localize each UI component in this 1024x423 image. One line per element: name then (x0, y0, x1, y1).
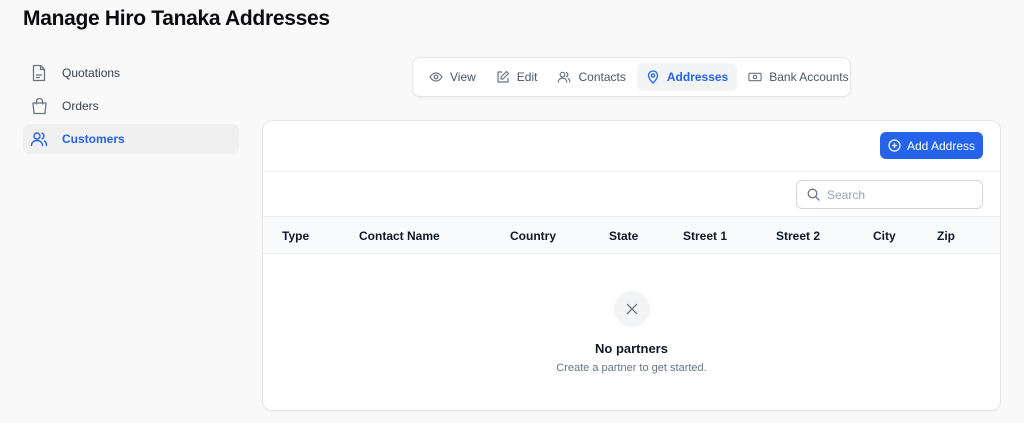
column-header-country[interactable]: Country (510, 229, 556, 243)
card-header: Add Address (263, 121, 1000, 172)
plus-circle-icon (888, 139, 901, 152)
tab-bank-accounts[interactable]: Bank Accounts (739, 63, 857, 91)
search-icon (807, 188, 820, 201)
column-header-street-1[interactable]: Street 1 (683, 229, 727, 243)
empty-state-subtitle: Create a partner to get started. (556, 362, 707, 374)
sidebar-item-customers[interactable]: Customers (23, 124, 239, 154)
eye-icon (429, 70, 443, 84)
column-header-state[interactable]: State (609, 229, 638, 243)
sidebar-item-label: Orders (62, 99, 99, 113)
sidebar-item-quotations[interactable]: Quotations (23, 58, 239, 88)
search-box[interactable] (796, 180, 983, 209)
pencil-icon (496, 70, 510, 84)
document-icon (30, 64, 48, 82)
column-header-contact-name[interactable]: Contact Name (359, 229, 440, 243)
tab-view[interactable]: View (420, 63, 485, 91)
tab-addresses[interactable]: Addresses (636, 63, 738, 91)
tab-contacts[interactable]: Contacts (548, 63, 634, 91)
column-header-city[interactable]: City (873, 229, 896, 243)
tab-label: View (450, 70, 476, 84)
banknote-icon (748, 70, 762, 84)
close-icon (613, 291, 650, 327)
sidebar-item-orders[interactable]: Orders (23, 91, 239, 121)
tab-label: Bank Accounts (769, 70, 849, 84)
search-input[interactable] (827, 187, 967, 202)
tab-label: Addresses (666, 70, 729, 84)
tab-label: Edit (516, 70, 538, 84)
users-icon (30, 130, 48, 148)
sidebar-item-label: Quotations (62, 66, 121, 80)
table-header: Type Contact Name Country State Street 1… (263, 217, 1000, 254)
add-address-button[interactable]: Add Address (880, 132, 983, 159)
empty-state-title: No partners (595, 341, 668, 356)
tab-label: Contacts (578, 70, 626, 84)
record-tabs: View Edit Contacts Addresses Bank Accoun… (412, 57, 851, 97)
sidebar-item-label: Customers (62, 132, 125, 146)
search-row (263, 172, 1000, 217)
map-pin-icon (646, 70, 660, 84)
add-address-label: Add Address (906, 138, 976, 153)
column-header-type[interactable]: Type (282, 229, 309, 243)
column-header-street-2[interactable]: Street 2 (776, 229, 820, 243)
sidebar: Quotations Orders Customers (23, 58, 239, 157)
tab-edit[interactable]: Edit (487, 63, 547, 91)
column-header-zip[interactable]: Zip (937, 229, 955, 243)
shopping-bag-icon (30, 97, 48, 115)
addresses-card: Add Address Type Contact Name Country St… (262, 120, 1001, 411)
users-icon (557, 70, 571, 84)
empty-state: No partners Create a partner to get star… (263, 291, 1000, 374)
page-title: Manage Hiro Tanaka Addresses (23, 7, 330, 30)
